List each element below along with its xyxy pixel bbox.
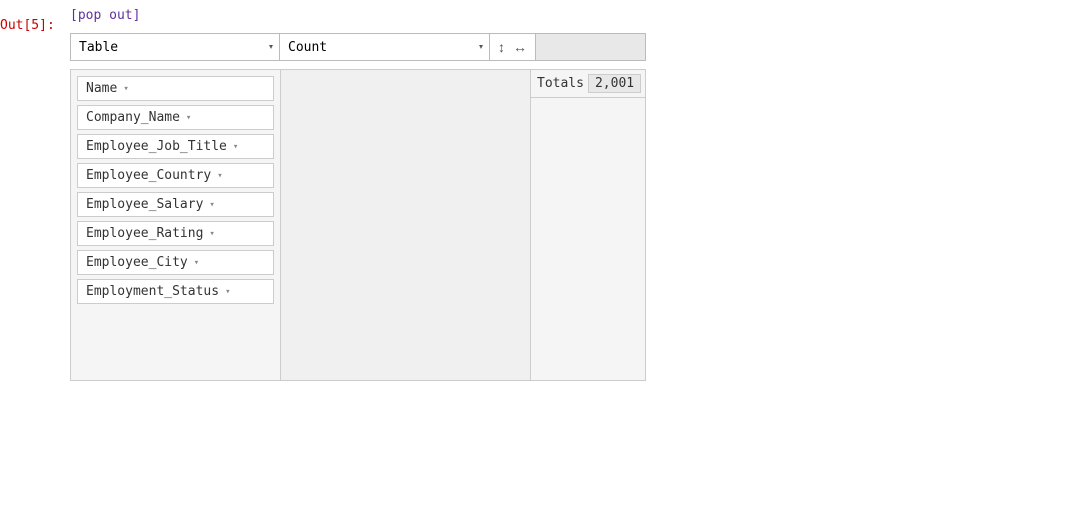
field-arrow-icon: ▾ xyxy=(233,142,238,152)
field-item[interactable]: Employee_City ▾ xyxy=(77,250,274,275)
fields-column: Name▾Company_Name▾Employee_Job_Title▾Emp… xyxy=(71,70,281,380)
output-label: Out[5]: xyxy=(0,8,70,381)
field-item[interactable]: Name ▾ xyxy=(77,76,274,101)
field-item[interactable]: Company_Name ▾ xyxy=(77,105,274,130)
toolbar: Table ▾ Count ▾ ↕ ↔ xyxy=(70,33,646,61)
field-label: Employee_City xyxy=(86,255,188,270)
field-arrow-icon: ▾ xyxy=(217,171,222,181)
field-label: Name xyxy=(86,81,117,96)
field-item[interactable]: Employee_Job_Title ▾ xyxy=(77,134,274,159)
field-arrow-icon: ▾ xyxy=(123,84,128,94)
field-arrow-icon: ▾ xyxy=(186,113,191,123)
totals-column: Totals 2,001 xyxy=(530,70,645,380)
totals-header: Totals 2,001 xyxy=(531,70,645,98)
count-select[interactable]: Count xyxy=(280,33,490,61)
field-arrow-icon: ▾ xyxy=(209,200,214,210)
empty-toolbar-box xyxy=(536,33,646,61)
field-arrow-icon: ▾ xyxy=(194,258,199,268)
field-item[interactable]: Employee_Rating ▾ xyxy=(77,221,274,246)
field-label: Employee_Salary xyxy=(86,197,203,212)
sort-buttons: ↕ ↔ xyxy=(490,33,536,61)
field-label: Employee_Rating xyxy=(86,226,203,241)
table-select[interactable]: Table xyxy=(70,33,280,61)
totals-label: Totals xyxy=(537,76,588,91)
field-item[interactable]: Employee_Country ▾ xyxy=(77,163,274,188)
field-label: Employment_Status xyxy=(86,284,219,299)
sort-updown-button[interactable]: ↕ xyxy=(496,40,507,54)
field-arrow-icon: ▾ xyxy=(225,287,230,297)
totals-value: 2,001 xyxy=(588,74,641,93)
field-item[interactable]: Employee_Salary ▾ xyxy=(77,192,274,217)
pop-out-link[interactable]: [pop out] xyxy=(70,8,646,23)
field-arrow-icon: ▾ xyxy=(209,229,214,239)
data-area xyxy=(281,70,530,380)
field-label: Company_Name xyxy=(86,110,180,125)
field-label: Employee_Country xyxy=(86,168,211,183)
field-item[interactable]: Employment_Status ▾ xyxy=(77,279,274,304)
table-select-wrapper: Table ▾ xyxy=(70,33,280,61)
count-select-wrapper: Count ▾ xyxy=(280,33,490,61)
main-table-area: Name▾Company_Name▾Employee_Job_Title▾Emp… xyxy=(70,69,646,381)
sort-leftright-button[interactable]: ↔ xyxy=(511,40,529,54)
field-label: Employee_Job_Title xyxy=(86,139,227,154)
